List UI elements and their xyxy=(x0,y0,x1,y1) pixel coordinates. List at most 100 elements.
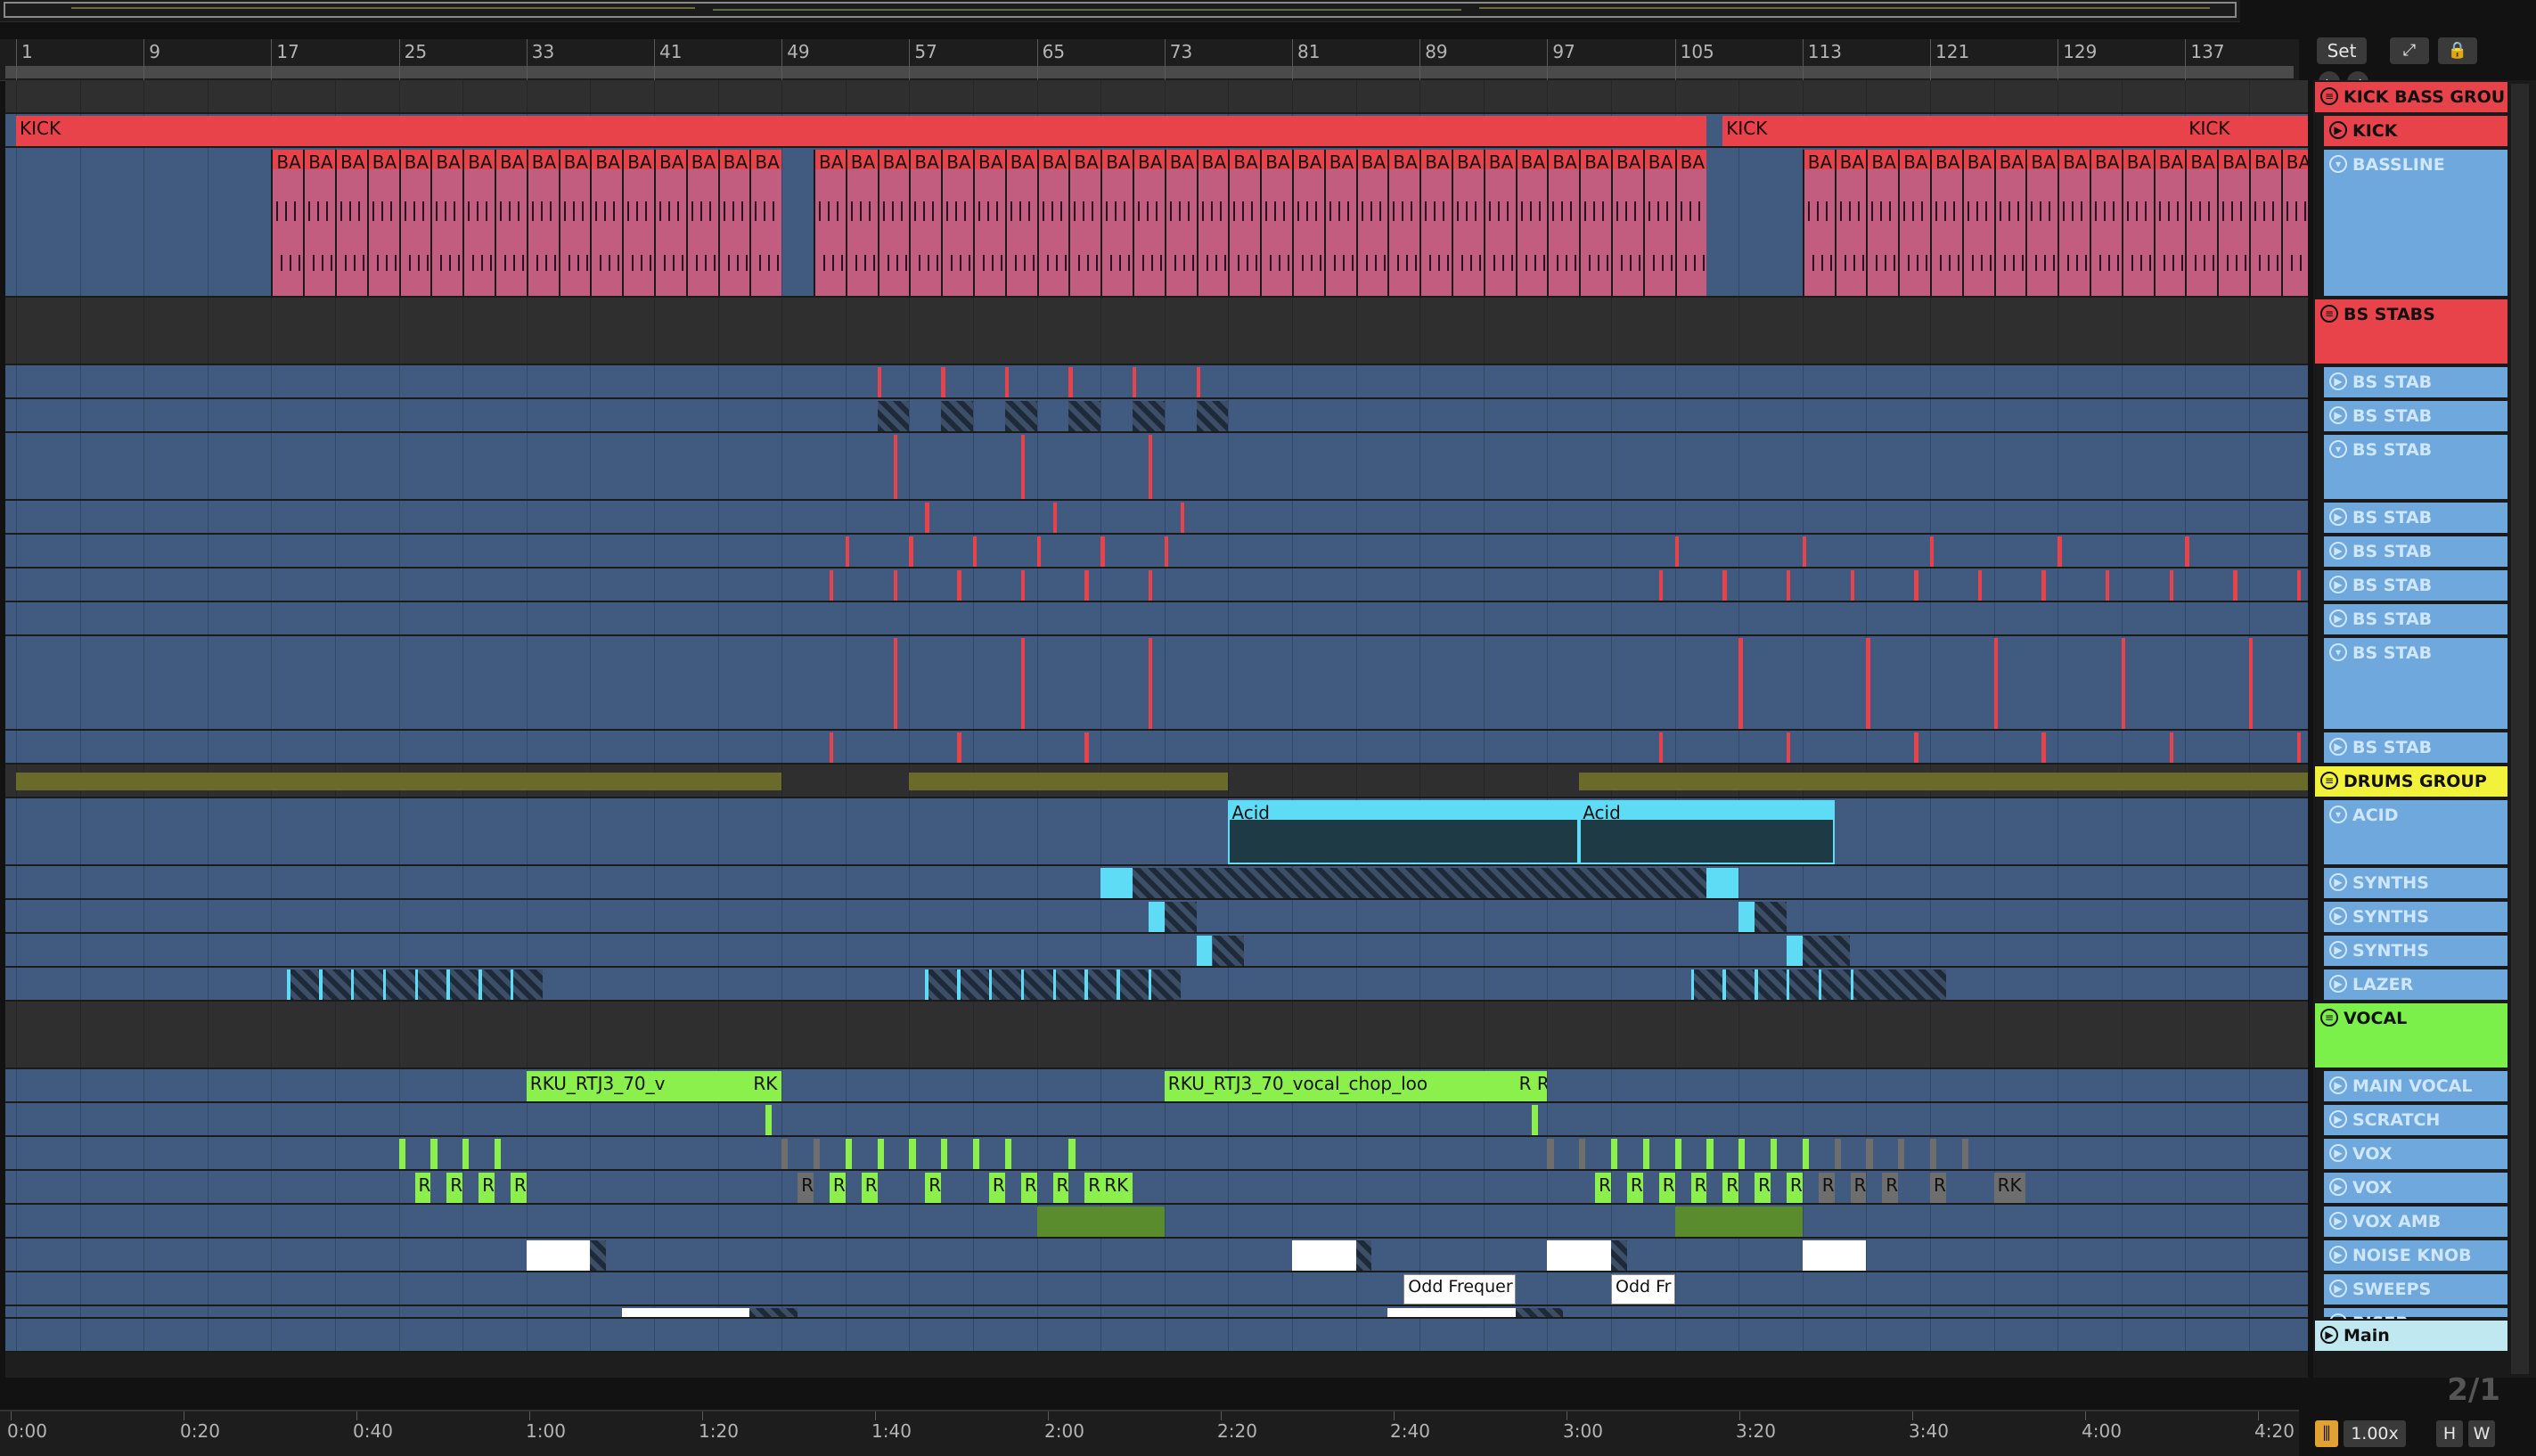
play-icon[interactable]: ▶ xyxy=(2329,907,2347,925)
lane-synths[interactable] xyxy=(5,934,2308,968)
vox-clip[interactable]: R xyxy=(925,1173,942,1203)
play-icon[interactable]: ▶ xyxy=(2329,975,2347,993)
track-header-kick-bass-grou[interactable]: ≡ KICK BASS GROU xyxy=(2313,80,2509,114)
track-header-synths[interactable]: ▶ SYNTHS xyxy=(2322,866,2509,900)
lock-icon[interactable]: 🔒 xyxy=(2438,37,2477,64)
vox-clip[interactable]: R xyxy=(1020,1173,1037,1203)
bassline-clip[interactable]: BA xyxy=(430,150,463,296)
bassline-clip[interactable]: BA xyxy=(2121,150,2154,296)
bs-stab-clip[interactable] xyxy=(2041,732,2046,763)
track-header-vox[interactable]: ▶ VOX xyxy=(2322,1171,2509,1205)
vox-clip[interactable]: R xyxy=(861,1173,878,1203)
bs-stab-clip[interactable] xyxy=(1674,536,1680,567)
vox-clip-inactive[interactable] xyxy=(1834,1139,1841,1169)
lane-bs-stab[interactable] xyxy=(5,636,2308,731)
bs-stab-clip[interactable] xyxy=(957,570,961,601)
fold-icon[interactable]: ▾ xyxy=(2329,643,2347,661)
bs-stab-clip[interactable] xyxy=(1196,367,1201,397)
vox-amb-clip[interactable] xyxy=(1674,1207,1803,1237)
track-header-bs-stab[interactable]: ▶ BS STAB xyxy=(2322,731,2509,765)
track-header-bs-stab[interactable]: ▶ BS STAB xyxy=(2322,365,2509,399)
bs-stab-clip[interactable] xyxy=(2121,638,2126,729)
bassline-clip[interactable]: BA xyxy=(1419,150,1452,296)
vox-clip[interactable] xyxy=(1706,1139,1714,1169)
bar-ruler[interactable]: 1 9 17 25 33 41 49 57 65 73 81 89 97 105 113 121 129 137 xyxy=(0,39,2299,81)
bs-stab-clip-inactive[interactable] xyxy=(1196,401,1229,431)
bassline-clip[interactable]: BA xyxy=(1515,150,1548,296)
play-icon[interactable]: ▶ xyxy=(2329,1246,2347,1264)
kick-clip[interactable]: KICK xyxy=(16,116,1707,146)
lazer-clip[interactable] xyxy=(350,969,355,1000)
bassline-clip[interactable]: BA xyxy=(558,150,591,296)
track-header-drums-group[interactable]: ≡ DRUMS GROUP xyxy=(2313,765,2509,798)
bassline-clip[interactable]: BA xyxy=(271,150,304,296)
synth-clip[interactable] xyxy=(1706,868,1739,898)
bassline-clip[interactable]: BA xyxy=(2249,150,2281,296)
bassline-clip[interactable]: BA xyxy=(814,150,846,296)
vox-clip-inactive[interactable] xyxy=(814,1139,821,1169)
time-ruler[interactable]: 0:00 0:20 0:40 1:00 1:20 1:40 2:00 2:20 2:40 3:00… xyxy=(0,1410,2299,1456)
vox-clip-inactive[interactable] xyxy=(1579,1139,1586,1169)
track-header-acid[interactable]: ▾ ACID xyxy=(2322,798,2509,866)
vox-amb-clip[interactable] xyxy=(1036,1207,1165,1237)
bassline-clip[interactable]: BA xyxy=(462,150,495,296)
lazer-clip[interactable] xyxy=(1755,969,1758,1000)
bs-stab-clip[interactable] xyxy=(1180,503,1185,533)
track-header-bs-stabs[interactable]: ≡ BS STABS xyxy=(2313,298,2509,365)
lane-bs-stab[interactable] xyxy=(5,433,2308,501)
lazer-clip[interactable] xyxy=(1052,969,1057,1000)
bs-stab-clip[interactable] xyxy=(877,367,882,397)
play-icon[interactable]: ▶ xyxy=(2329,1212,2347,1230)
bassline-clip[interactable]: BA xyxy=(909,150,942,296)
track-header-sweeps[interactable]: ▶ SWEEPS xyxy=(2322,1272,2509,1306)
riser-clip[interactable] xyxy=(622,1308,750,1317)
bs-stab-clip[interactable] xyxy=(941,367,945,397)
bs-stab-clip-inactive[interactable] xyxy=(941,401,973,431)
bassline-clip[interactable]: BA xyxy=(749,150,782,296)
play-icon[interactable]: ▶ xyxy=(2329,406,2347,424)
play-icon[interactable]: ▶ xyxy=(2329,576,2347,593)
group-icon[interactable]: ≡ xyxy=(2320,305,2338,323)
vox-clip[interactable] xyxy=(1068,1139,1076,1169)
vox-clip[interactable] xyxy=(877,1139,884,1169)
fold-icon[interactable]: ▾ xyxy=(2329,440,2347,458)
bs-stab-clip[interactable] xyxy=(1786,732,1791,763)
bs-stab-clip-inactive[interactable] xyxy=(1133,401,1165,431)
lane-bs-stab[interactable] xyxy=(5,535,2308,568)
vox-clip-inactive[interactable]: R xyxy=(1818,1173,1835,1203)
bassline-clip[interactable]: BA xyxy=(2090,150,2122,296)
kick-clip[interactable]: KICK xyxy=(1722,116,2186,146)
vox-clip-inactive[interactable] xyxy=(1547,1139,1554,1169)
scratch-clip[interactable] xyxy=(1531,1105,1538,1135)
lane-bs-stab[interactable] xyxy=(5,365,2308,399)
noise-knob-clip[interactable] xyxy=(1292,1240,1356,1271)
vox-clip-inactive[interactable]: R xyxy=(798,1173,814,1203)
bs-stab-clip-inactive[interactable] xyxy=(1004,401,1037,431)
arrangement-lanes[interactable]: KICKKICKKICKKICKKICKBABABABABABABABABABA… xyxy=(5,80,2308,1378)
lazer-clip[interactable] xyxy=(1020,969,1025,1000)
track-header-bs-stab[interactable]: ▶ BS STAB xyxy=(2322,399,2509,433)
bassline-clip[interactable]: BA xyxy=(1930,150,1962,296)
bassline-clip[interactable]: BA xyxy=(1196,150,1229,296)
synth-clip-inactive[interactable] xyxy=(1164,902,1197,932)
track-header-main-vocal[interactable]: ▶ MAIN VOCAL xyxy=(2322,1069,2509,1103)
bassline-clip[interactable]: BA xyxy=(1068,150,1101,296)
lane-kick-bass-grou[interactable] xyxy=(5,80,2308,114)
lazer-clip[interactable] xyxy=(1117,969,1120,1000)
bassline-clip[interactable]: BA xyxy=(1611,150,1643,296)
lane-vox[interactable] xyxy=(5,1171,2308,1205)
bassline-clip[interactable]: BA xyxy=(845,150,878,296)
bs-stab-clip[interactable] xyxy=(1977,570,1983,601)
bassline-clip[interactable]: BA xyxy=(1993,150,2026,296)
vox-clip[interactable] xyxy=(1771,1139,1778,1169)
bs-stab-clip[interactable] xyxy=(1164,536,1169,567)
bs-stab-clip[interactable] xyxy=(893,638,897,729)
synth-clip-inactive[interactable] xyxy=(1212,936,1245,966)
vox-clip-inactive[interactable]: RK xyxy=(1993,1173,2026,1203)
height-button[interactable]: H xyxy=(2436,1420,2463,1447)
bassline-clip[interactable]: BA xyxy=(1642,150,1675,296)
track-header-bs-stab[interactable]: ▶ BS STAB xyxy=(2322,535,2509,568)
drums-group-summary[interactable] xyxy=(16,773,782,790)
bassline-clip[interactable]: BA xyxy=(654,150,686,296)
bs-stab-clip[interactable] xyxy=(973,536,978,567)
